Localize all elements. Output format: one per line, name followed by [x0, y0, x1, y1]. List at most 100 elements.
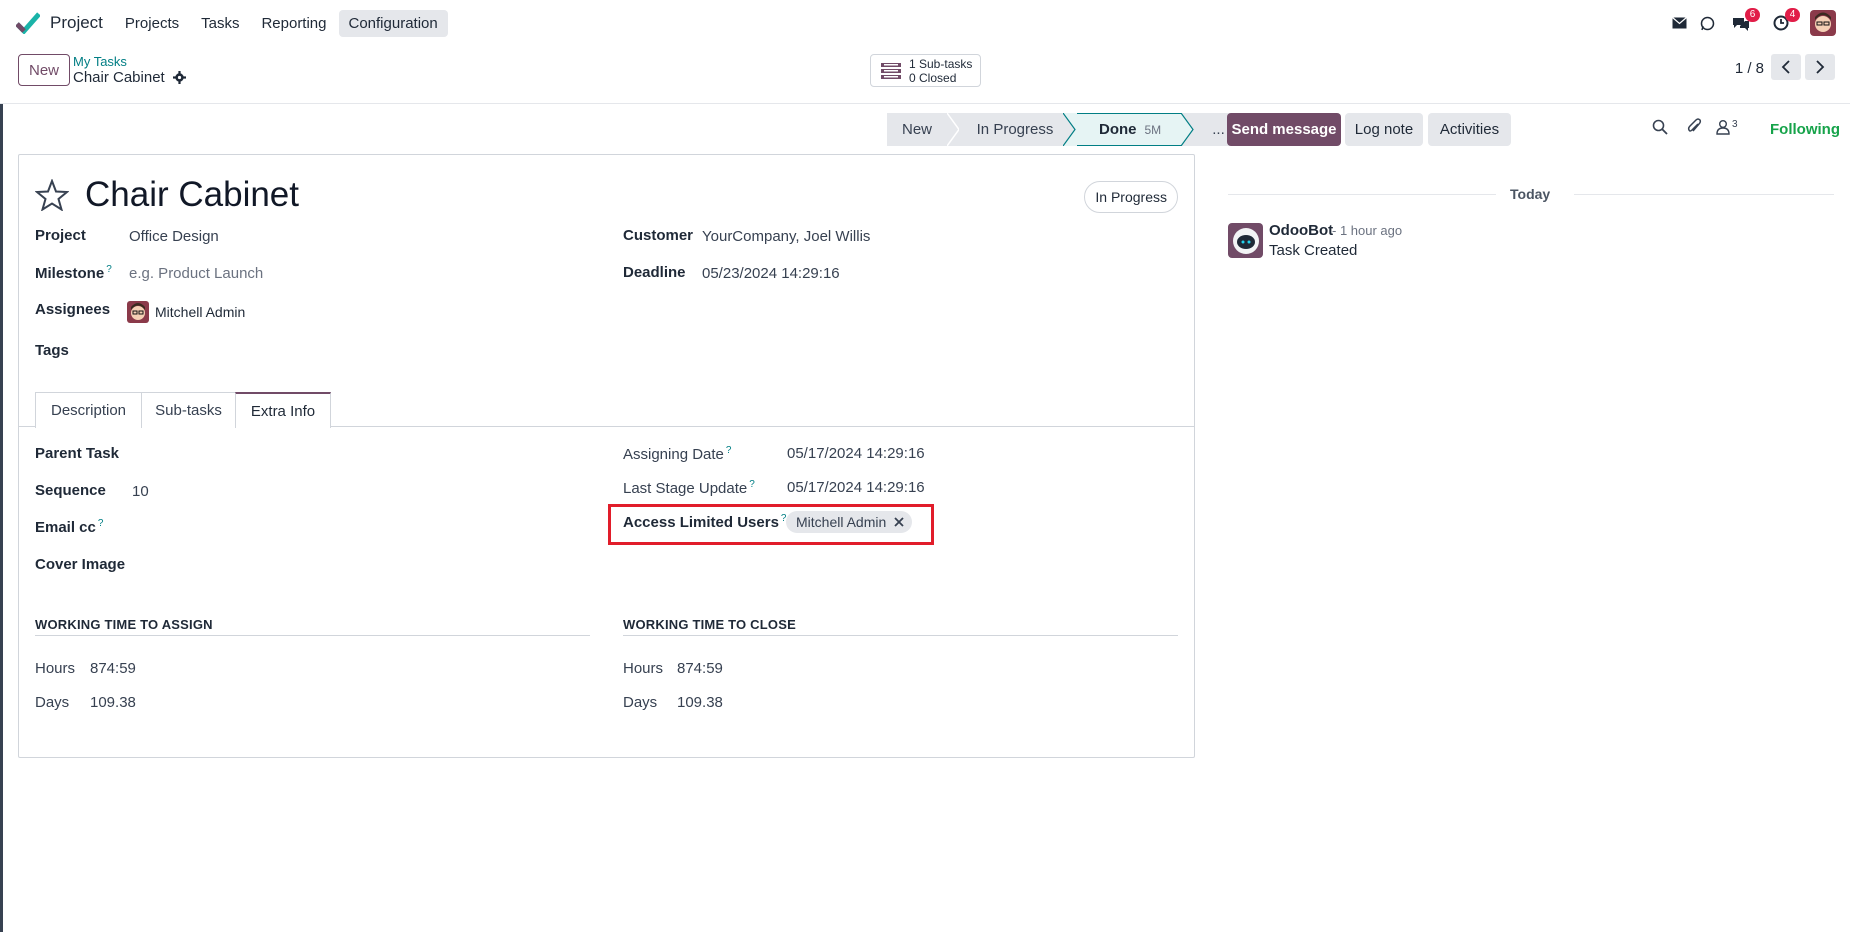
send-message-button[interactable]: Send message: [1227, 113, 1341, 146]
systray: 6 4: [1664, 0, 1850, 46]
message-body: Task Created: [1269, 242, 1358, 259]
paperclip-icon[interactable]: [1686, 118, 1702, 136]
assigning-date-value: 05/17/2024 14:29:16: [787, 445, 925, 462]
assigning-date-label: Assigning Date?: [623, 445, 731, 463]
menu-configuration[interactable]: Configuration: [338, 9, 448, 37]
title-row: Chair Cabinet: [35, 175, 299, 215]
menu-tasks[interactable]: Tasks: [191, 10, 249, 37]
activities-button[interactable]: Activities: [1428, 113, 1511, 146]
subtasks-smart-button[interactable]: 1 Sub-tasks 0 Closed: [870, 54, 981, 87]
assign-days-label: Days: [35, 694, 70, 711]
subtasks-count: 1 Sub-tasks: [909, 56, 973, 71]
search-icon[interactable]: [1652, 119, 1668, 135]
followers-button[interactable]: 3: [1716, 119, 1738, 135]
access-user-tag[interactable]: Mitchell Admin: [786, 511, 913, 533]
stage-done[interactable]: Done 5M: [1077, 113, 1181, 146]
date-divider-today: Today: [1510, 186, 1551, 202]
customer-label: Customer: [623, 227, 694, 244]
envelope-icon[interactable]: [1666, 10, 1692, 36]
followers-count: 3: [1732, 119, 1738, 130]
assign-hours-value: 874:59: [90, 660, 136, 677]
whatsapp-icon[interactable]: [1694, 10, 1720, 36]
help-icon[interactable]: ?: [106, 264, 112, 275]
project-field[interactable]: Office Design: [129, 228, 219, 245]
sequence-field[interactable]: 10: [132, 483, 149, 500]
following-button[interactable]: Following: [1770, 121, 1840, 138]
stage-separator-end: [1181, 113, 1195, 146]
tags-label: Tags: [35, 342, 69, 359]
message-time: - 1 hour ago: [1332, 223, 1403, 238]
log-note-button[interactable]: Log note: [1345, 113, 1423, 146]
pager-previous-button[interactable]: [1771, 54, 1801, 80]
odoobot-avatar[interactable]: [1228, 223, 1263, 258]
customer-field[interactable]: YourCompany, Joel Willis: [702, 228, 870, 245]
milestone-label-text: Milestone: [35, 265, 105, 282]
close-days-value: 109.38: [677, 694, 723, 711]
task-state-pill[interactable]: In Progress: [1084, 181, 1178, 213]
milestone-field[interactable]: e.g. Product Launch: [129, 265, 263, 282]
pager-next-button[interactable]: [1805, 54, 1835, 80]
subtasks-closed: 0 Closed: [909, 70, 957, 85]
tab-subtasks[interactable]: Sub-tasks: [141, 392, 236, 428]
section-divider: [35, 635, 590, 636]
app-name[interactable]: Project: [50, 13, 103, 33]
notebook-tabs: Description Sub-tasks Extra Info: [19, 387, 1194, 428]
user-icon: [1716, 120, 1730, 135]
assignee-tag[interactable]: Mitchell Admin: [127, 301, 245, 323]
project-app-logo-icon[interactable]: [16, 12, 40, 34]
breadcrumb-current: Chair Cabinet: [73, 69, 186, 86]
star-icon[interactable]: [35, 179, 69, 211]
close-icon[interactable]: [894, 517, 904, 527]
deadline-field[interactable]: 05/23/2024 14:29:16: [702, 265, 840, 282]
tasks-list-icon: [881, 62, 901, 79]
close-hours-value: 874:59: [677, 660, 723, 677]
menu-projects[interactable]: Projects: [115, 10, 189, 37]
help-icon[interactable]: ?: [98, 518, 104, 529]
chat-badge: 6: [1745, 8, 1760, 22]
message-author[interactable]: OdooBot: [1269, 222, 1333, 239]
assignees-label: Assignees: [35, 301, 111, 318]
control-panel: New My Tasks Chair Cabinet 1 Sub-tasks 0…: [0, 46, 1850, 104]
user-avatar[interactable]: [1810, 10, 1836, 36]
working-time-assign-heading: WORKING TIME TO ASSIGN: [35, 617, 213, 632]
menu-reporting[interactable]: Reporting: [251, 10, 336, 37]
form-sheet: Chair Cabinet In Progress Project Office…: [18, 154, 1195, 758]
last-stage-update-value: 05/17/2024 14:29:16: [787, 479, 925, 496]
tab-extra-info[interactable]: Extra Info: [235, 392, 331, 428]
section-divider: [623, 635, 1178, 636]
date-divider-right: [1574, 194, 1834, 195]
top-navbar: Project Projects Tasks Reporting Configu…: [0, 0, 1850, 46]
last-stage-update-label: Last Stage Update?: [623, 479, 755, 497]
milestone-label: Milestone?: [35, 264, 112, 282]
cover-image-label: Cover Image: [35, 556, 126, 573]
assign-days-value: 109.38: [90, 694, 136, 711]
clock-icon[interactable]: 4: [1768, 8, 1800, 36]
close-days-label: Days: [623, 694, 658, 711]
gear-icon[interactable]: [172, 71, 186, 84]
close-hours-label: Hours: [623, 660, 664, 677]
stage-done-duration: 5M: [1144, 122, 1162, 137]
access-user-name: Mitchell Admin: [796, 514, 887, 530]
activity-badge: 4: [1785, 8, 1800, 22]
stage-done-label: Done: [1099, 121, 1137, 138]
assign-hours-label: Hours: [35, 660, 76, 677]
parent-task-label: Parent Task: [35, 445, 119, 462]
email-cc-label: Email cc?: [35, 518, 103, 536]
last-stage-update-label-text: Last Stage Update: [623, 480, 748, 497]
working-time-close-heading: WORKING TIME TO CLOSE: [623, 617, 796, 632]
stage-new[interactable]: New: [887, 113, 947, 146]
help-icon[interactable]: ?: [749, 479, 755, 490]
breadcrumb-my-tasks[interactable]: My Tasks: [73, 54, 127, 69]
stage-in-progress[interactable]: In Progress: [959, 113, 1063, 146]
pager-value[interactable]: 1 / 8: [1735, 60, 1764, 77]
assignee-avatar: [127, 301, 149, 323]
chat-icon[interactable]: 6: [1728, 8, 1760, 36]
email-cc-label-text: Email cc: [35, 519, 96, 536]
task-title[interactable]: Chair Cabinet: [85, 175, 299, 215]
new-button[interactable]: New: [18, 54, 71, 86]
tab-description[interactable]: Description: [35, 392, 142, 428]
help-icon[interactable]: ?: [726, 445, 732, 456]
deadline-label: Deadline: [623, 264, 686, 281]
project-label: Project: [35, 227, 86, 244]
breadcrumb-current-label: Chair Cabinet: [73, 69, 165, 86]
